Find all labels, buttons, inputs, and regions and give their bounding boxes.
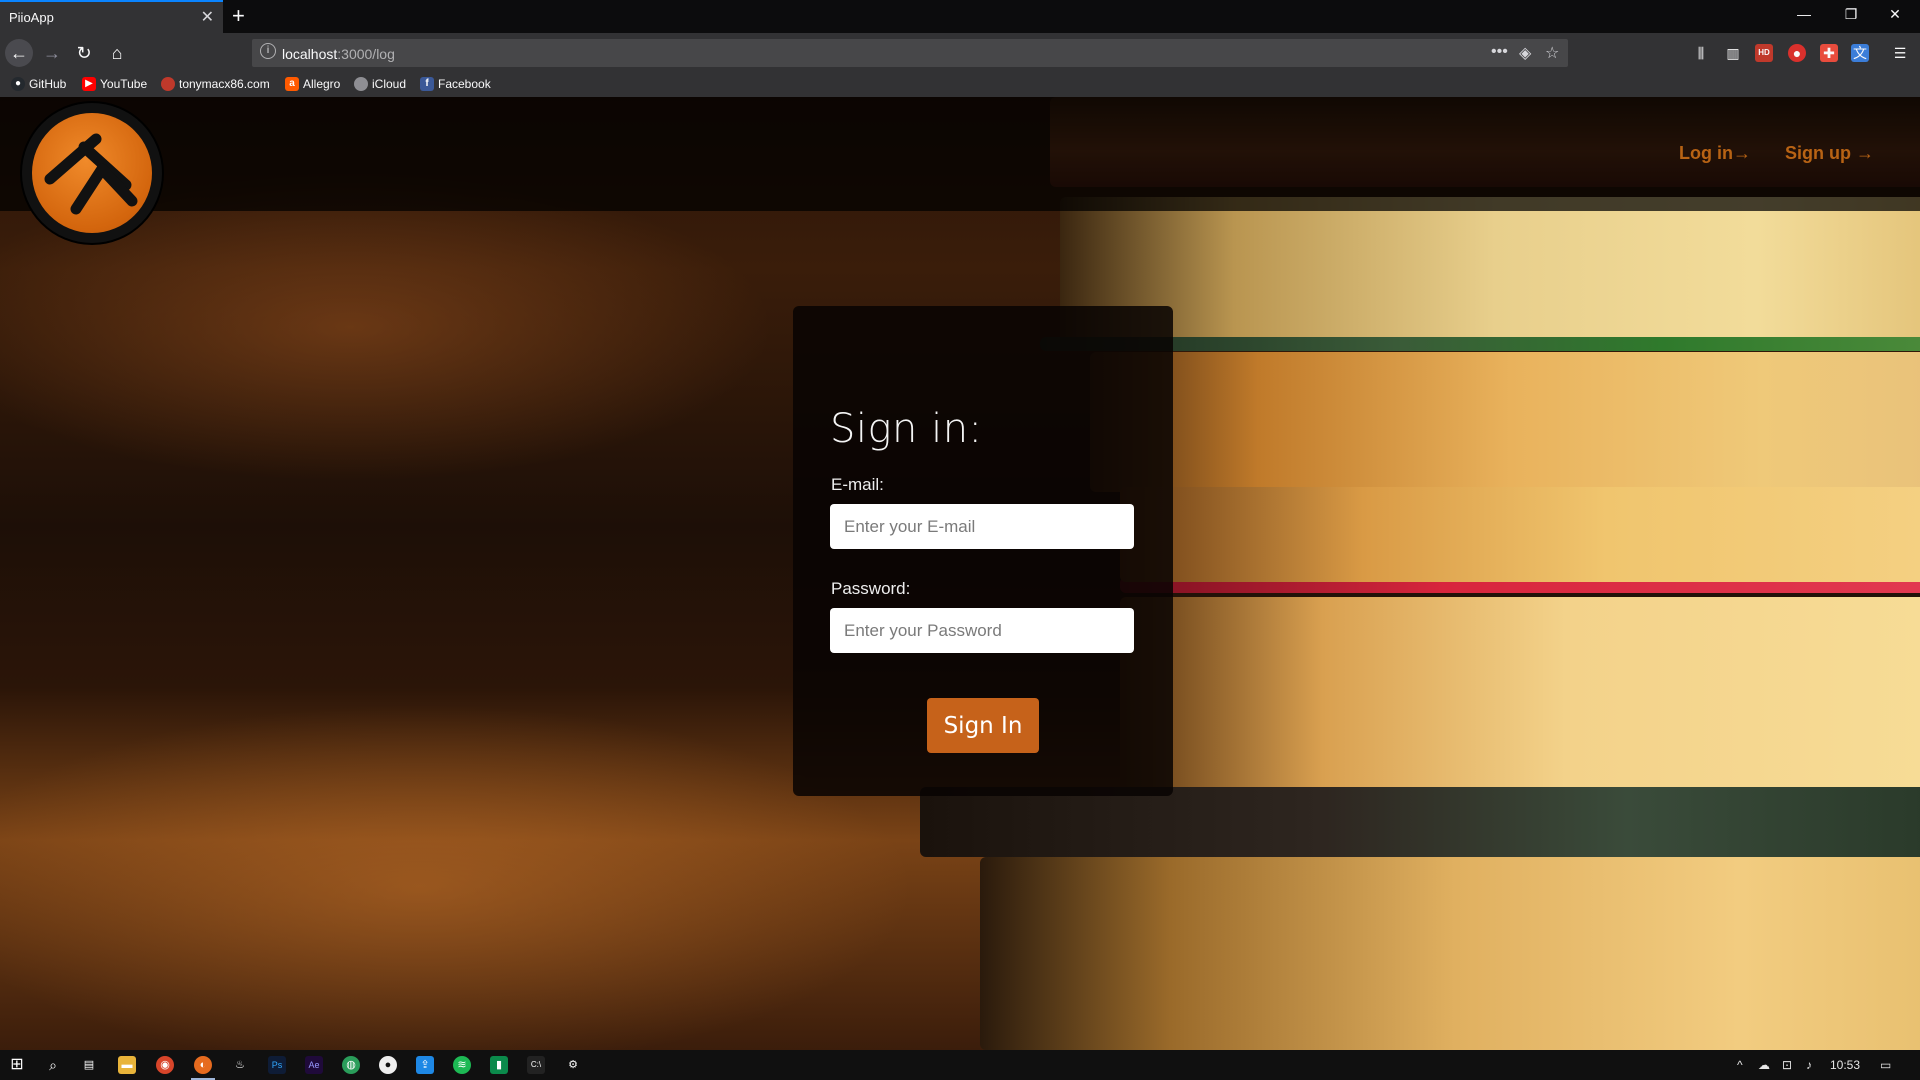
taskbar-clock[interactable]: 10:53 — [1830, 1058, 1860, 1072]
file-explorer-icon[interactable]: ▬ — [118, 1056, 136, 1074]
tab-bar: PiioApp ✕ + — ❐ ✕ — [0, 0, 1920, 33]
youtube-icon: ▶ — [82, 77, 96, 91]
bookmarks-toolbar: ● GitHub ▶ YouTube tonymacx86.com a Alle… — [0, 73, 1920, 97]
signin-button[interactable]: Sign In — [927, 698, 1039, 753]
restore-window-button[interactable]: ❐ — [1836, 6, 1866, 23]
bookmark-label: Facebook — [438, 77, 491, 91]
page-viewport: Log in→ Sign up → Sign in: E-mail: Passw… — [0, 97, 1920, 1050]
sidebar-icon[interactable]: ▥ — [1724, 44, 1742, 62]
url-text[interactable]: localhost:3000/log — [282, 46, 395, 62]
url-path: :3000/log — [337, 46, 395, 62]
bookmark-tonymacx86[interactable]: tonymacx86.com — [161, 77, 270, 91]
action-center-icon[interactable]: ▭ — [1880, 1058, 1891, 1072]
apple-icon — [161, 77, 175, 91]
bookmark-star-icon[interactable]: ☆ — [1545, 43, 1559, 63]
app-icon[interactable]: ⇪ — [416, 1056, 434, 1074]
email-field[interactable] — [830, 504, 1134, 549]
close-window-button[interactable]: ✕ — [1880, 6, 1910, 23]
home-button[interactable]: ⌂ — [103, 39, 131, 67]
pocket-icon[interactable]: ◈ — [1519, 43, 1531, 63]
after-effects-icon[interactable]: Ae — [305, 1056, 323, 1074]
bookmark-youtube[interactable]: ▶ YouTube — [82, 77, 147, 91]
app-icon[interactable]: ▮ — [490, 1056, 508, 1074]
signup-link[interactable]: Sign up → — [1785, 143, 1874, 164]
apple-icon — [354, 77, 368, 91]
back-button[interactable]: ← — [5, 39, 33, 67]
email-label: E-mail: — [831, 475, 884, 494]
signin-card: Sign in: E-mail: Password: Sign In — [793, 306, 1173, 796]
password-field[interactable] — [830, 608, 1134, 653]
url-bar[interactable]: i localhost:3000/log ••• ◈ ☆ — [252, 39, 1568, 67]
url-host: localhost — [282, 46, 338, 62]
facebook-icon: f — [420, 77, 434, 91]
ublock-extension-icon[interactable]: ● — [1788, 44, 1806, 62]
firefox-icon[interactable]: ◐ — [194, 1056, 212, 1074]
photoshop-icon[interactable]: Ps — [268, 1056, 286, 1074]
task-view-icon[interactable]: ▤ — [80, 1056, 98, 1074]
bookmark-label: iCloud — [372, 77, 407, 91]
new-tab-button[interactable]: + — [232, 3, 245, 29]
bookmark-label: Allegro — [303, 77, 341, 91]
spotify-icon[interactable]: ≋ — [453, 1056, 471, 1074]
chrome-icon[interactable]: ◉ — [156, 1056, 174, 1074]
bookmark-label: tonymacx86.com — [179, 77, 270, 91]
minimize-window-button[interactable]: — — [1789, 6, 1819, 22]
bookmark-github[interactable]: ● GitHub — [11, 77, 66, 91]
search-icon[interactable]: ⌕ — [44, 1056, 62, 1074]
site-info-icon[interactable]: i — [260, 43, 276, 59]
windows-taskbar: ⊞ ⌕ ▤ ▬ ◉ ◐ ♨ Ps Ae ◍ ● ⇪ ≋ ▮ C:\ ⚙ ^ ☁ … — [0, 1050, 1920, 1080]
site-logo[interactable] — [22, 103, 162, 243]
login-link[interactable]: Log in→ — [1679, 143, 1751, 164]
tab-piioapp[interactable]: PiioApp ✕ — [0, 0, 223, 33]
show-hidden-icons-icon[interactable]: ^ — [1737, 1058, 1743, 1072]
bookmark-allegro[interactable]: a Allegro — [285, 77, 340, 91]
password-label: Password: — [831, 579, 911, 598]
app-icon[interactable]: ⚙ — [564, 1056, 582, 1074]
logo-emblem-icon — [32, 113, 152, 233]
tab-title: PiioApp — [9, 10, 54, 25]
app-icon[interactable]: ● — [379, 1056, 397, 1074]
bookmark-icloud[interactable]: iCloud — [354, 77, 406, 91]
translate-extension-icon[interactable]: 文 — [1851, 44, 1869, 62]
navigation-toolbar: ← → ↻ ⌂ i localhost:3000/log ••• ◈ ☆ ⫼ ▥… — [0, 33, 1920, 73]
bookmark-label: YouTube — [100, 77, 148, 91]
menu-icon[interactable]: ☰ — [1891, 44, 1909, 62]
onedrive-icon[interactable]: ☁ — [1758, 1058, 1770, 1072]
logo-glyph-icon — [44, 133, 138, 215]
bookmark-facebook[interactable]: f Facebook — [420, 77, 491, 91]
network-icon[interactable]: ⊡ — [1782, 1058, 1792, 1072]
site-header — [0, 97, 1920, 211]
windows-start-icon[interactable]: ⊞ — [8, 1056, 26, 1074]
bookmark-label: GitHub — [29, 77, 67, 91]
reload-button[interactable]: ↻ — [70, 39, 98, 67]
terminal-icon[interactable]: C:\ — [527, 1056, 545, 1074]
signin-title: Sign in: — [830, 406, 983, 452]
allegro-icon: a — [285, 77, 299, 91]
volume-icon[interactable]: ♪ — [1806, 1058, 1812, 1072]
github-icon: ● — [11, 77, 25, 91]
hd-extension-icon[interactable]: HD — [1755, 44, 1773, 62]
close-tab-icon[interactable]: ✕ — [201, 7, 214, 27]
page-actions-icon[interactable]: ••• — [1491, 43, 1508, 61]
steam-icon[interactable]: ♨ — [231, 1056, 249, 1074]
app-icon[interactable]: ◍ — [342, 1056, 360, 1074]
extension-icon[interactable]: ✚ — [1820, 44, 1838, 62]
library-icon[interactable]: ⫼ — [1692, 44, 1710, 62]
forward-button[interactable]: → — [38, 39, 66, 67]
